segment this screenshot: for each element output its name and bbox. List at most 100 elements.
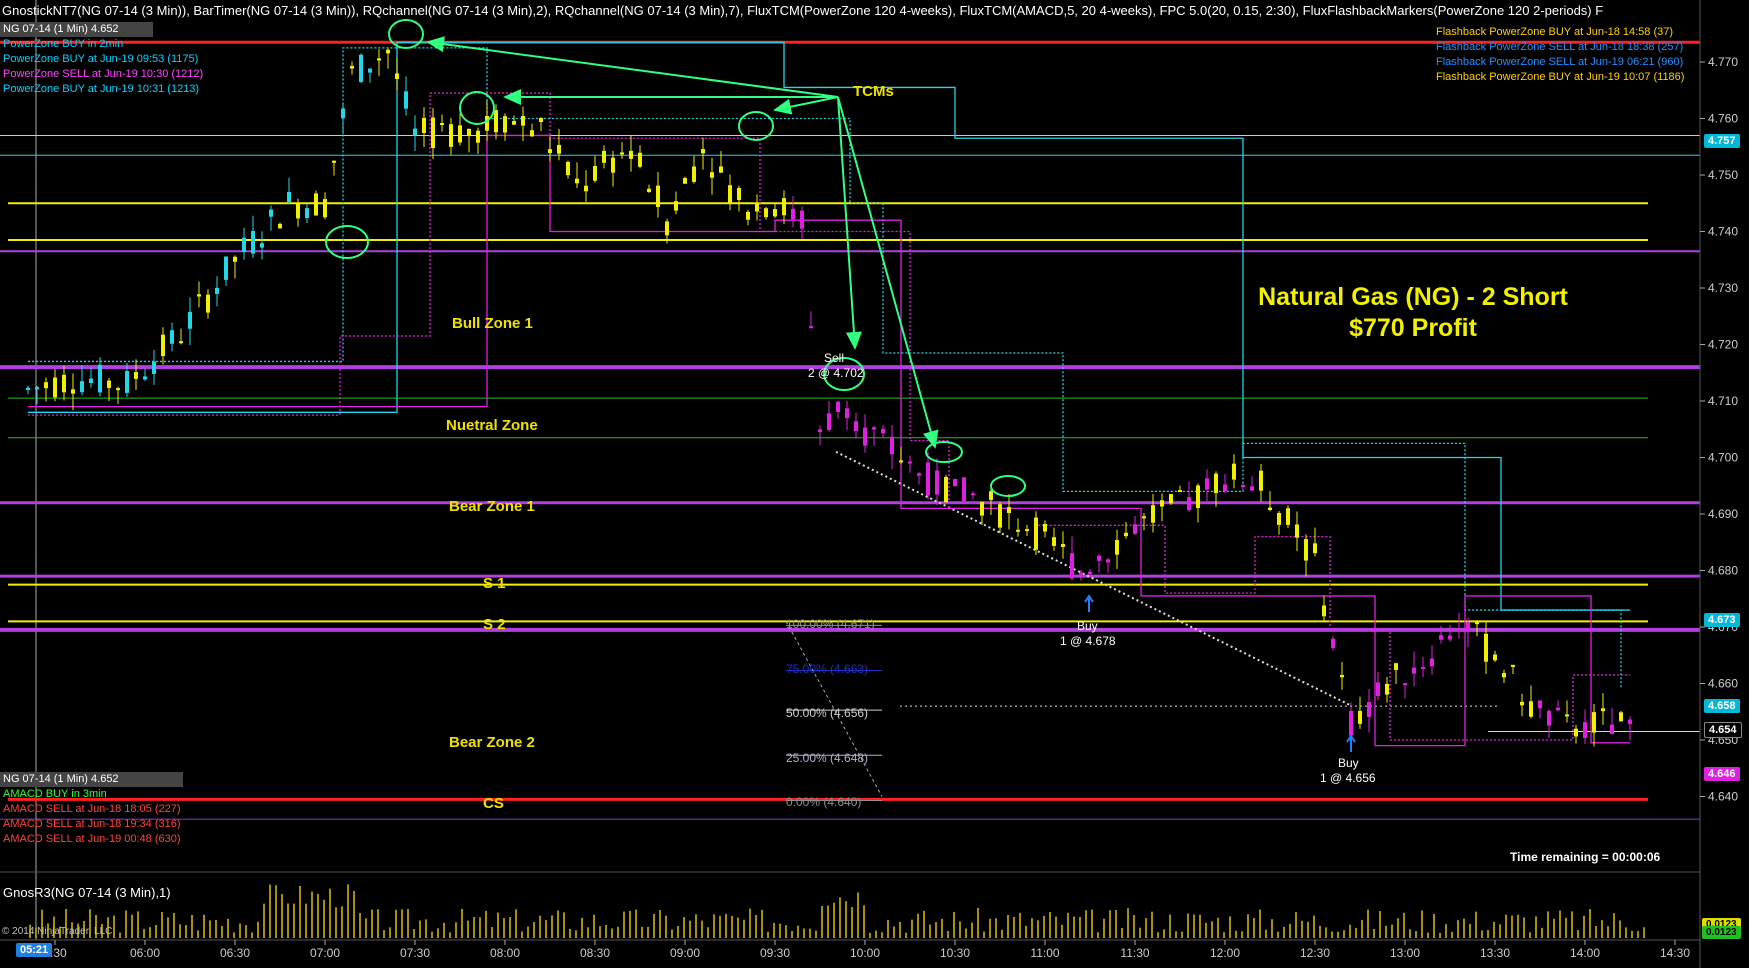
- candle-body: [1277, 512, 1281, 525]
- candle-body: [467, 128, 471, 137]
- candle-body: [1295, 524, 1299, 538]
- time-tick-label-16: 13:30: [1480, 946, 1510, 960]
- candle-body: [242, 237, 246, 252]
- buy1-label: Buy: [1077, 619, 1098, 633]
- time-tick-label-11: 11:00: [1030, 946, 1059, 960]
- candle-body: [1340, 675, 1344, 678]
- candle-body: [629, 150, 633, 159]
- candle-body: [521, 115, 525, 126]
- candle-body: [413, 128, 417, 136]
- candle-body: [62, 374, 66, 393]
- fib-50-label: 50.00% (4.656): [786, 706, 868, 720]
- lower-panel-label: GnosR3(NG 07-14 (3 Min),1): [3, 885, 171, 900]
- price-badge-4658: 4.658: [1704, 699, 1740, 713]
- fib-25-label: 25.00% (4.648): [786, 751, 868, 765]
- tcm-circle-3: [325, 225, 369, 259]
- time-tick-label-14: 12:30: [1300, 946, 1330, 960]
- candle-body: [935, 470, 939, 495]
- volume-bars-layer: [29, 884, 1645, 938]
- candle-body: [539, 117, 543, 123]
- lower-badge-2: 0.0123: [1702, 926, 1741, 939]
- candle-body: [476, 130, 480, 143]
- candle-body: [179, 341, 183, 344]
- amacd-line-0: AMACD BUY in 3min: [3, 788, 107, 800]
- candle-body: [98, 364, 102, 393]
- trend-line: [835, 450, 1353, 707]
- magenta-channel: [28, 134, 1630, 747]
- bull-zone-1-label: Bull Zone 1: [452, 315, 533, 332]
- candle-body: [809, 326, 813, 329]
- candle-body: [863, 427, 867, 446]
- price-chart[interactable]: Bull Zone 1 Nuetral Zone Bear Zone 1 S 1…: [0, 0, 1749, 968]
- candle-body: [674, 201, 678, 211]
- candle-body: [1376, 682, 1380, 697]
- candle-body: [1313, 543, 1317, 554]
- candle-body: [1322, 605, 1326, 617]
- candle-body: [818, 429, 822, 432]
- candle-body: [1259, 470, 1263, 491]
- powerzone-line-3: PowerZone BUY at Jun-19 10:31 (1213): [3, 83, 200, 95]
- candle-body: [134, 372, 138, 379]
- cs-label: CS: [483, 795, 504, 812]
- candle-body: [1394, 663, 1398, 670]
- candle-body: [296, 203, 300, 219]
- candle-body: [503, 116, 507, 133]
- amacd-line-1: AMACD SELL at Jun-18 18:05 (227): [3, 803, 181, 815]
- candle-body: [836, 401, 840, 412]
- time-tick-label-5: 08:00: [490, 946, 520, 960]
- candle-body: [1070, 553, 1074, 579]
- candle-body: [1142, 516, 1146, 519]
- flashback-line-1: Flashback PowerZone SELL at Jun-18 18:38…: [1436, 41, 1684, 53]
- candle-body: [1232, 463, 1236, 480]
- candle-body: [53, 377, 57, 398]
- candle-body: [1538, 700, 1542, 709]
- candle-body: [1466, 622, 1470, 631]
- candle-body: [710, 172, 714, 178]
- candle-body: [1178, 490, 1182, 493]
- time-tick-label-7: 09:00: [670, 946, 700, 960]
- candle-body: [305, 208, 309, 219]
- candle-body: [683, 178, 687, 184]
- time-tick-label-6: 08:30: [580, 946, 610, 960]
- tcms-label: TCMs: [853, 83, 894, 100]
- candle-body: [449, 124, 453, 147]
- time-tick-label-2: 06:30: [220, 946, 250, 960]
- candle-body: [368, 68, 372, 73]
- candle-body: [386, 49, 390, 54]
- candle-body: [341, 108, 345, 119]
- candle-body: [989, 491, 993, 500]
- buy1-price-label: 1 @ 4.678: [1060, 634, 1116, 648]
- candle-body: [566, 161, 570, 176]
- time-tick-label-3: 07:00: [310, 946, 340, 960]
- fib-0-label: 0.00% (4.640): [786, 795, 861, 809]
- candle-body: [1196, 485, 1200, 509]
- candle-body: [1367, 702, 1371, 717]
- candle-body: [89, 378, 93, 384]
- buy-arrow-1: [1084, 594, 1094, 612]
- bear-zone-1-label: Bear Zone 1: [449, 498, 535, 515]
- candle-body: [1160, 500, 1164, 507]
- candle-body: [800, 210, 804, 229]
- time-tick-label-4: 07:30: [400, 946, 430, 960]
- candle-body: [755, 203, 759, 212]
- candle-body: [980, 501, 984, 516]
- candle-body: [1349, 710, 1353, 736]
- candle-body: [269, 209, 273, 217]
- candle-body: [692, 166, 696, 182]
- candle-body: [1025, 529, 1029, 532]
- powerzone-line-0: PowerZone BUY in 2min: [3, 38, 124, 50]
- candle-body: [1097, 555, 1101, 561]
- sell-price-label: 2 @ 4.702: [808, 366, 864, 380]
- time-tick-label-17: 14:00: [1570, 946, 1600, 960]
- tcm-arrow-2: [773, 96, 839, 115]
- flashback-line-0: Flashback PowerZone BUY at Jun-18 14:58 …: [1436, 26, 1674, 38]
- candle-body: [1511, 664, 1515, 667]
- candle-body: [188, 311, 192, 329]
- candle-body: [1592, 712, 1596, 733]
- candle-body: [125, 371, 129, 393]
- candle-body: [1547, 710, 1551, 726]
- candle-body: [1214, 473, 1218, 494]
- candle-body: [872, 427, 876, 430]
- candle-body: [773, 209, 777, 217]
- candle-body: [143, 376, 147, 380]
